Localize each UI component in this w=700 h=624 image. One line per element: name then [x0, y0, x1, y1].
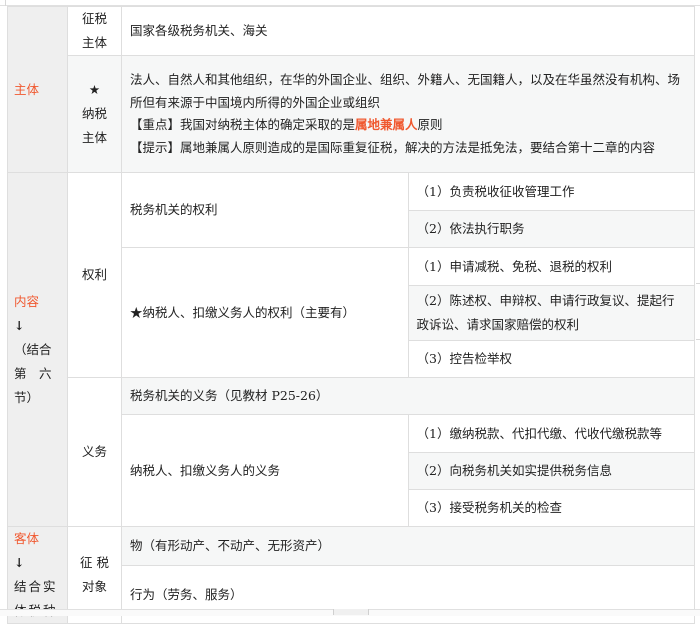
collector-content: 国家各级税务机关、海关 — [121, 6, 695, 56]
object-label: 客体 — [14, 531, 40, 546]
window-corner — [5, 0, 6, 6]
scrollbar-thumb[interactable] — [333, 609, 369, 615]
authority-right-item: （1）负责税收征收管理工作 — [407, 172, 695, 211]
taxpayer-right-item: （1）申请减税、免税、退税的权利 — [407, 247, 695, 286]
star-icon: ★ — [88, 82, 101, 97]
taxpayer-obligation-item: （1）缴纳税款、代扣代缴、代收代缴税款等 — [407, 414, 695, 453]
rights-label: 权利 — [67, 172, 122, 378]
authority-rights-label: 税务机关的权利 — [121, 172, 409, 248]
taxpayer-definition: 法人、自然人和其他组织，在华的外国企业、组织、外籍人、无国籍人，以及在华虽然没有… — [130, 72, 681, 110]
taxpayer-subject-label: ★ 纳税 主体 — [67, 55, 122, 173]
taxpayer-rights-label: ★纳税人、扣缴义务人的权利（主要有） — [121, 247, 409, 378]
tax-law-elements-table: 主体 征税 主体 国家各级税务机关、海关 ★ 纳税 主体 法人、自然人和其他组织… — [7, 6, 695, 624]
arrow-down-icon: ↓ — [14, 317, 25, 333]
taxpayer-right-item: （2）陈述权、申辩权、申请行政复议、提起行政诉讼、请求国家赔偿的权利 — [407, 285, 695, 341]
taxpayer-obligations-label: 纳税人、扣缴义务人的义务 — [121, 414, 409, 527]
authority-right-item: （2）依法执行职务 — [407, 210, 695, 248]
section-subject: 主体 — [7, 6, 68, 173]
taxpayer-subject-content: 法人、自然人和其他组织，在华的外国企业、组织、外籍人、无国籍人，以及在华虽然没有… — [121, 55, 695, 173]
taxpayer-obligation-item: （3）接受税务机关的检查 — [407, 489, 695, 527]
section-content: 内容 ↓ （结合 第 六 节） — [7, 172, 68, 527]
arrow-down-icon: ↓ — [14, 555, 25, 570]
key-point-highlight: 属地兼属人 — [355, 117, 418, 132]
taxpayer-right-item: （3）控告检举权 — [407, 340, 695, 378]
tip: 【提示】属地兼属人原则造成的是国际重复征税，解决的方法是抵免法，要结合第十二章的… — [130, 139, 656, 155]
content-label: 内容 — [14, 293, 40, 309]
row-resize-marker — [696, 283, 700, 340]
authority-obligations: 税务机关的义务（见教材 P25-26） — [121, 377, 695, 415]
key-point: 【重点】我国对纳税主体的确定采取的是属地兼属人原则 — [130, 117, 443, 132]
obligations-label: 义务 — [67, 377, 122, 527]
taxpayer-obligation-item: （2）向税务机关如实提供税务信息 — [407, 452, 695, 490]
tax-object-item: 物（有形动产、不动产、无形资产） — [121, 525, 695, 567]
subject-label: 主体 — [14, 81, 40, 97]
collector-label: 征税 主体 — [67, 6, 122, 56]
